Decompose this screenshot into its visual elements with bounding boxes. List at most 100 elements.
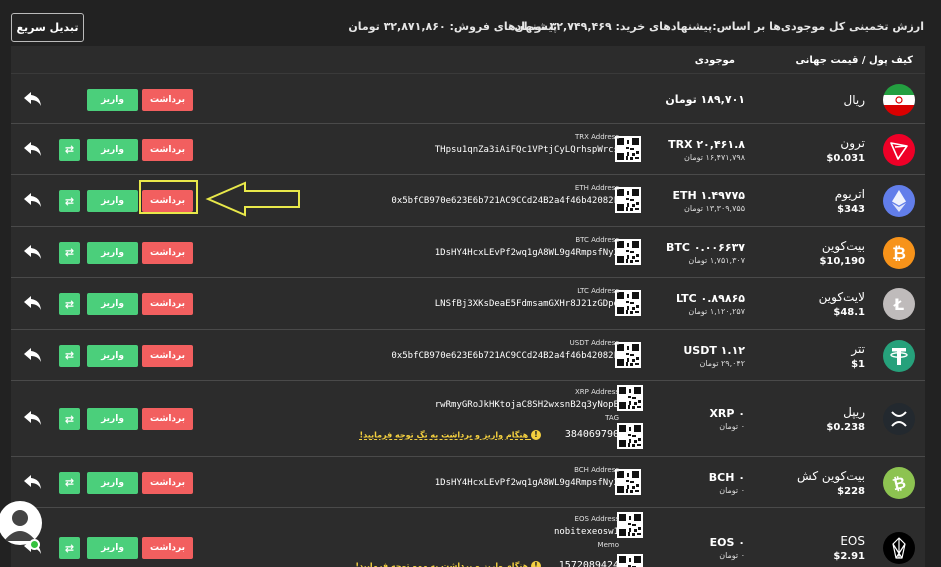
balance-toman: ۱۳,۳۰۹,۷۵۵ تومان xyxy=(684,204,745,213)
coin-name: ریال xyxy=(843,92,865,107)
table-row: تتر $1 USDT ۱.۱۲ ۲۹,۰۴۲ تومان USDT Address 0x… xyxy=(11,330,925,381)
withdraw-button[interactable]: برداشت xyxy=(142,344,193,367)
deposit-address[interactable]: 1DsHY4HcxLEvPf2wq1gA8WL9g4RmpsfNy2 xyxy=(435,478,619,488)
qr-code-icon[interactable] xyxy=(617,512,643,538)
deposit-address[interactable]: 0x5bfCB970e623E6b721AC9CCd24B2a4f46b4208… xyxy=(391,351,619,361)
qr-code-icon[interactable] xyxy=(617,385,643,411)
reply-arrow-icon[interactable] xyxy=(23,409,43,427)
swap-icon[interactable]: ⇄ xyxy=(59,293,80,315)
quick-swap-button[interactable]: تبدیل سریع xyxy=(11,13,84,42)
bitcoin-cash-icon: ₿ xyxy=(883,466,915,499)
balance-amount: ETH ۱.۴۹۷۷۵ xyxy=(672,189,745,202)
tag-value[interactable]: 1572089424 xyxy=(559,560,619,567)
qr-code-icon[interactable] xyxy=(617,423,643,449)
swap-icon[interactable]: ⇄ xyxy=(59,537,80,559)
deposit-address[interactable]: rwRmyGRoJkHKtojaC8SH2wxsnB2q3yNopB xyxy=(435,400,619,410)
deposit-address[interactable]: nobitexeosw1 xyxy=(554,527,619,537)
address-label: LTC Address xyxy=(577,287,619,295)
balance-amount: TRX ۲۰,۴۶۱.۸ xyxy=(668,137,745,151)
deposit-button[interactable]: واریز xyxy=(87,241,138,264)
table-row: EOS $2.91 EOS ۰ ۰ تومان EOS Address nobitexeo… xyxy=(11,508,925,567)
reply-arrow-icon[interactable] xyxy=(23,473,43,491)
balance-column-header: موجودی xyxy=(694,55,735,66)
balance-toman: ۰ تومان xyxy=(719,422,745,431)
address-label: BCH Address xyxy=(574,465,619,474)
tag-value[interactable]: 384069790 xyxy=(565,429,619,440)
balance-toman: ۲۹,۰۴۲ تومان xyxy=(699,358,745,368)
coin-name: بیت‌کوین xyxy=(821,238,865,253)
tron-icon xyxy=(883,133,915,166)
svg-text:Ł: Ł xyxy=(893,295,904,314)
withdraw-button[interactable]: برداشت xyxy=(142,471,193,494)
swap-icon[interactable]: ⇄ xyxy=(59,408,80,430)
table-row: ریپل $0.238 XRP ۰ ۰ تومان XRP Address rwRmyGR… xyxy=(11,381,925,457)
table-row: ترون $0.031 TRX ۲۰,۴۶۱.۸ ۱۶,۴۷۱,۷۹۸ تومان TR… xyxy=(11,124,925,175)
reply-arrow-icon[interactable] xyxy=(23,243,43,261)
pointer-arrow-annotation xyxy=(205,181,300,217)
deposit-address[interactable]: 0x5bfCB970e623E6b721AC9CCd24B2a4f46b4208… xyxy=(391,196,619,206)
swap-icon[interactable]: ⇄ xyxy=(59,190,80,212)
balance-toman: ۰ تومان xyxy=(719,485,745,495)
deposit-address[interactable]: LNSfBj3XKsDeaE5FdmsamGXHr8J21zGDpd xyxy=(435,299,619,309)
reply-arrow-icon[interactable] xyxy=(23,294,43,312)
ripple-icon xyxy=(883,403,915,435)
coin-price: $10,190 xyxy=(819,255,865,267)
reply-arrow-icon[interactable] xyxy=(23,191,43,209)
balance-amount: ۱۸۹,۷۰۱ تومان xyxy=(665,92,745,106)
reply-arrow-icon[interactable] xyxy=(23,140,43,158)
tag-warning: ! هنگام واریز و برداشت به ممو توجه فرمای… xyxy=(355,561,541,567)
coin-name: اتریوم xyxy=(834,187,865,201)
withdraw-button[interactable]: برداشت xyxy=(142,138,193,161)
deposit-address[interactable]: 1DsHY4HcxLEvPf2wq1gA8WL9g4RmpsfNy2 xyxy=(435,248,619,258)
coin-price: $228 xyxy=(837,485,865,497)
iran-flag-icon xyxy=(883,83,915,116)
deposit-button[interactable]: واریز xyxy=(87,408,138,430)
withdraw-button[interactable]: برداشت xyxy=(142,88,193,111)
balance-toman: ۱,۱۲۰,۲۵۷ تومان xyxy=(688,307,745,316)
swap-icon[interactable]: ⇄ xyxy=(59,138,80,161)
litecoin-icon: Ł xyxy=(883,288,915,320)
eos-icon xyxy=(883,532,915,564)
withdraw-button[interactable]: برداشت xyxy=(142,293,193,315)
coin-price: $1 xyxy=(851,358,865,370)
coin-name: ترون xyxy=(840,135,865,150)
balance-amount: EOS ۰ xyxy=(709,536,745,549)
sell-offers-line: پیشنهادهای فروش: ۳۲,۸۷۱,۸۶۰ تومان xyxy=(348,20,557,33)
coin-name: لایت‌کوین xyxy=(818,290,865,304)
address-label: USDT Address xyxy=(569,338,619,347)
swap-icon[interactable]: ⇄ xyxy=(59,344,80,367)
coin-price: $2.91 xyxy=(833,551,865,562)
online-status-dot xyxy=(29,539,40,550)
tag-label: TAG xyxy=(605,414,619,422)
deposit-button[interactable]: واریز xyxy=(87,293,138,315)
reply-arrow-icon[interactable] xyxy=(23,90,43,108)
table-header: کیف پول / قیمت جهانی موجودی xyxy=(11,46,925,74)
warning-icon: ! xyxy=(531,561,541,567)
qr-code-icon[interactable] xyxy=(617,554,643,567)
balance-amount: USDT ۱.۱۲ xyxy=(683,343,745,357)
bitcoin-icon: ₿ xyxy=(883,236,915,269)
withdraw-button[interactable]: برداشت xyxy=(142,408,193,430)
balance-toman: ۰ تومان xyxy=(719,551,745,560)
balance-toman: ۱,۷۵۱,۳۰۷ تومان xyxy=(688,255,745,265)
deposit-button[interactable]: واریز xyxy=(87,190,138,212)
reply-arrow-icon[interactable] xyxy=(23,346,43,364)
deposit-button[interactable]: واریز xyxy=(87,344,138,367)
table-row: Ł لایت‌کوین $48.1 LTC ۰.۸۹۸۶۵ ۱,۱۲۰,۲۵۷ توما… xyxy=(11,278,925,330)
coin-name: تتر xyxy=(851,341,865,356)
withdraw-button[interactable]: برداشت xyxy=(142,537,193,559)
tag-label: Memo xyxy=(597,541,619,549)
deposit-button[interactable]: واریز xyxy=(87,138,138,161)
address-label: ETH Address xyxy=(574,184,619,192)
coin-name: EOS xyxy=(840,534,865,548)
swap-icon[interactable]: ⇄ xyxy=(59,241,80,264)
swap-icon[interactable]: ⇄ xyxy=(59,471,80,494)
address-label: XRP Address xyxy=(575,388,619,396)
deposit-address[interactable]: THpsu1qnZa3iAiFQc1VPtjCyLQrhspWrcs xyxy=(435,145,619,155)
deposit-button[interactable]: واریز xyxy=(87,537,138,559)
withdraw-button[interactable]: برداشت xyxy=(142,241,193,264)
address-label: EOS Address xyxy=(574,515,619,523)
sell-offers-value: ۳۲,۸۷۱,۸۶۰ تومان xyxy=(348,20,446,33)
deposit-button[interactable]: واریز xyxy=(87,88,138,111)
deposit-button[interactable]: واریز xyxy=(87,471,138,494)
